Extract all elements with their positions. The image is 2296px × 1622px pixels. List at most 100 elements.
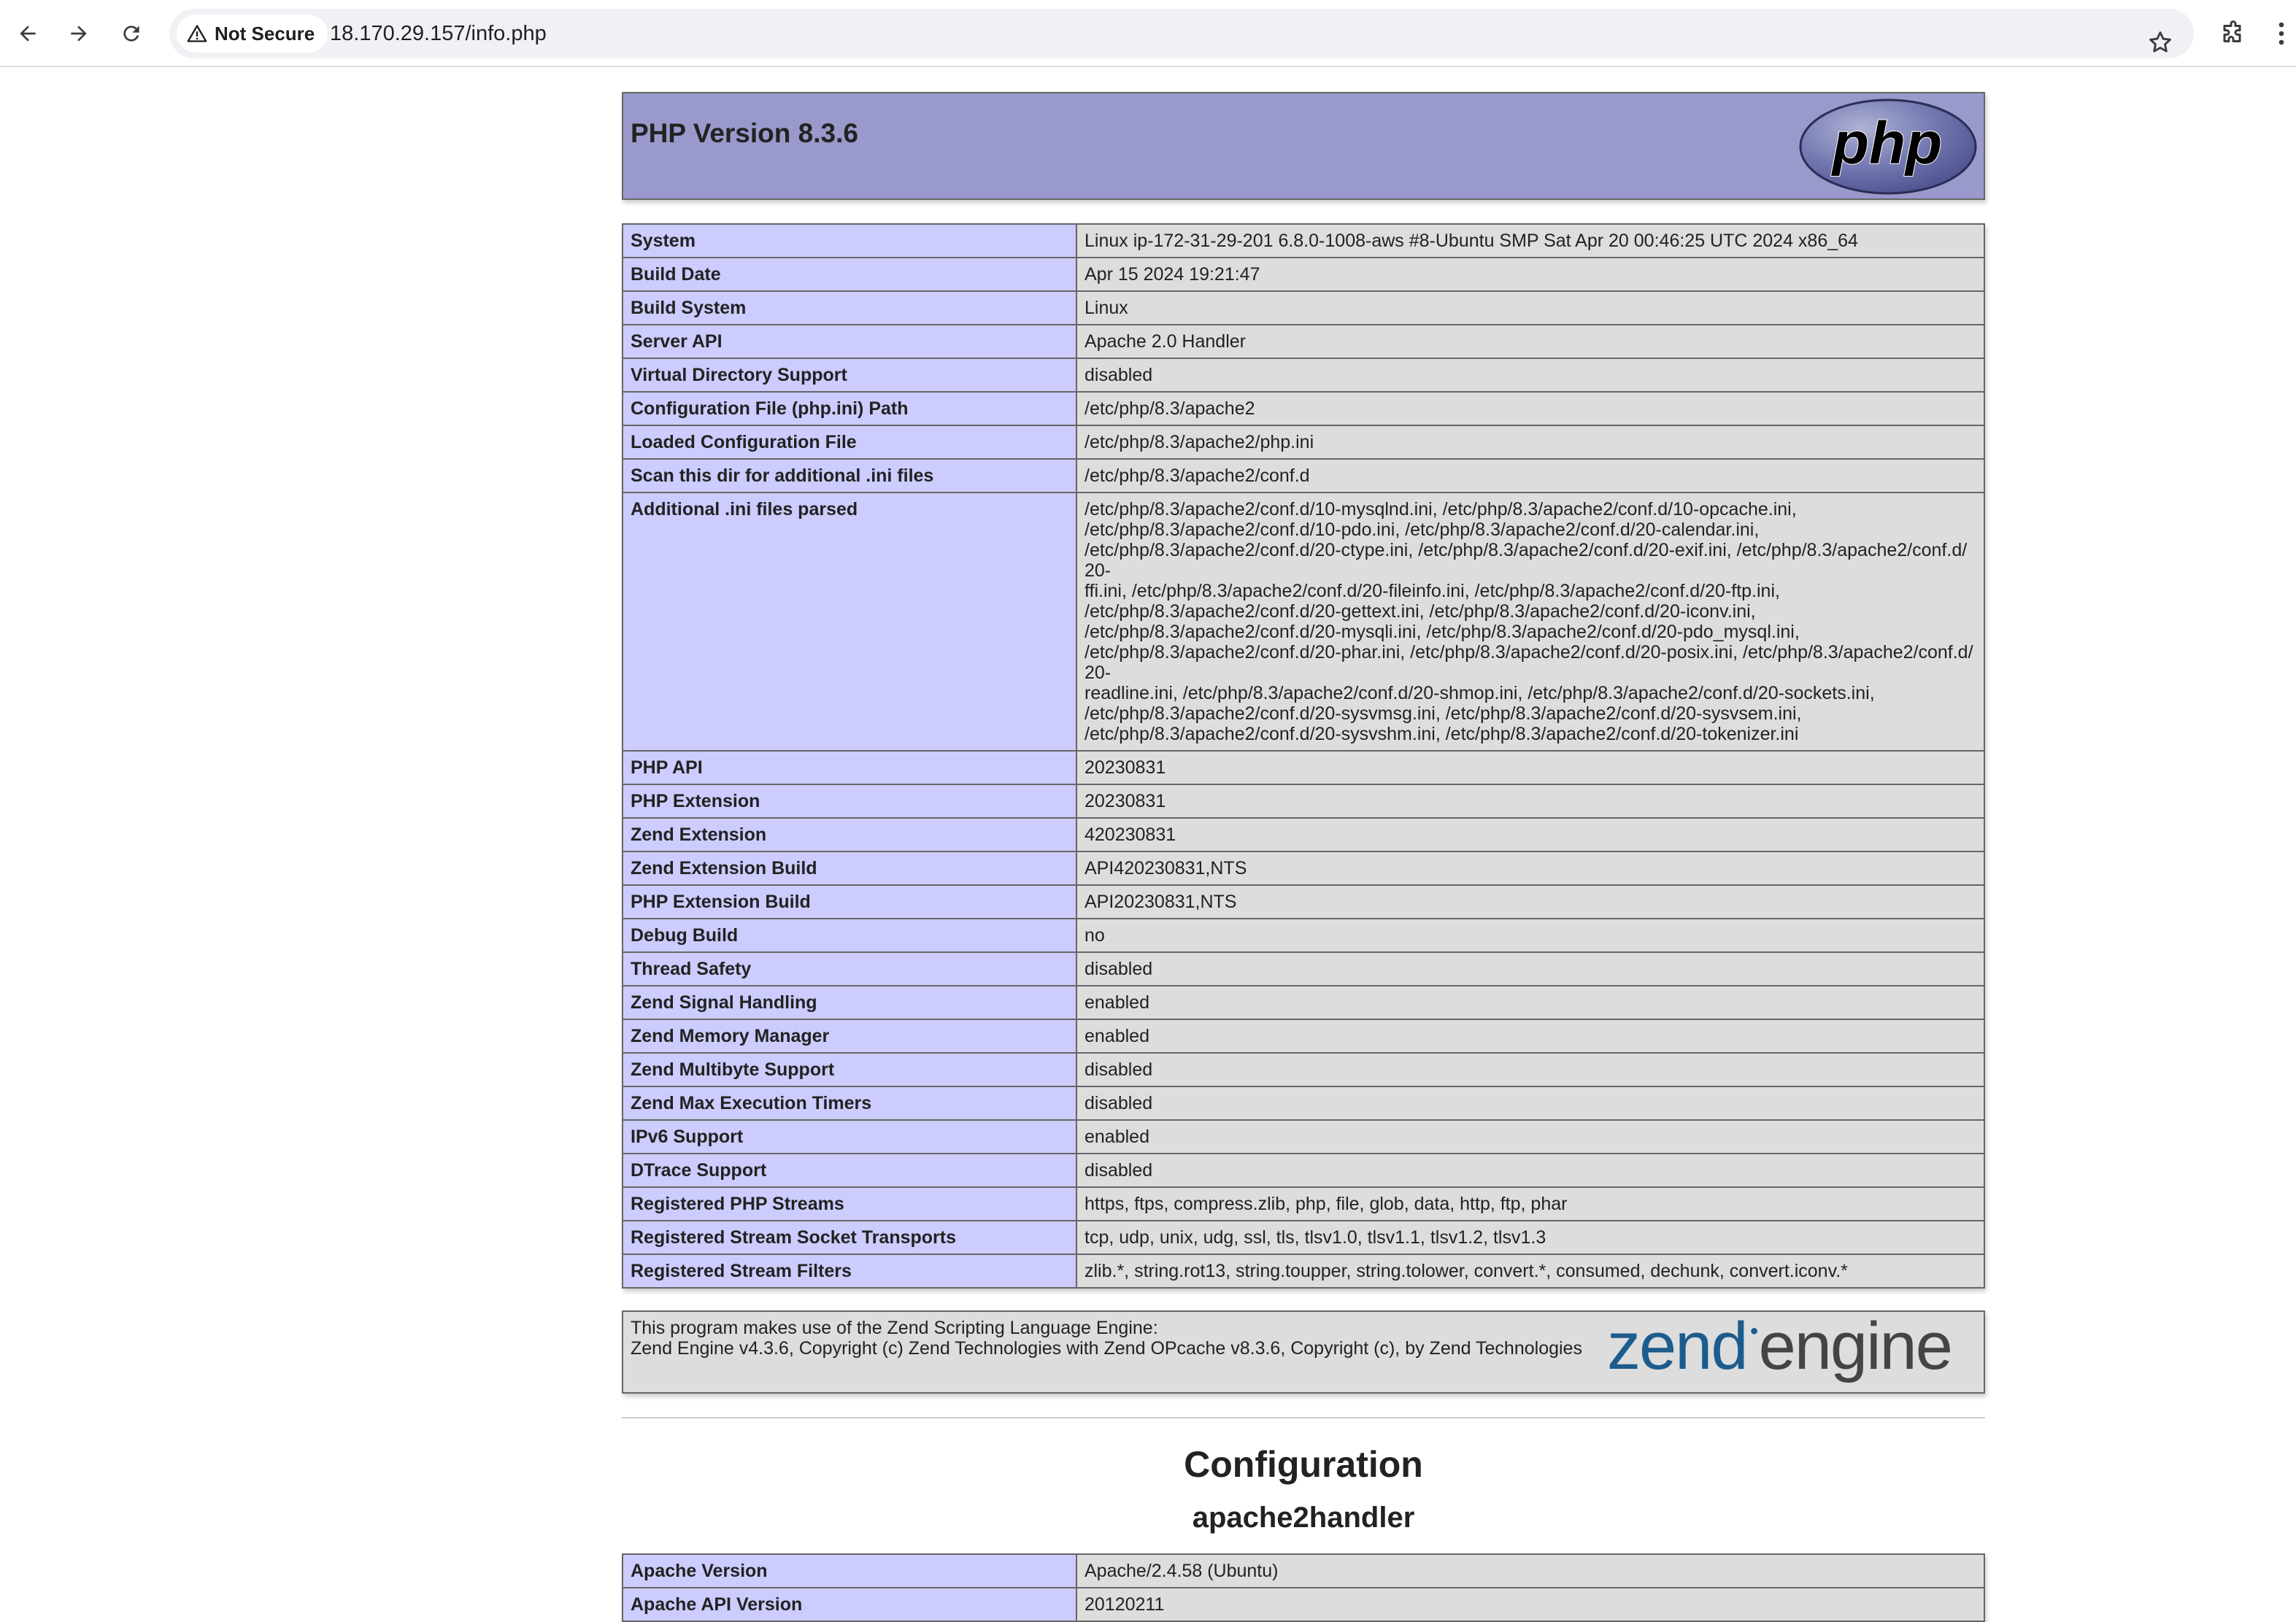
php-version-header: PHP Version 8.3.6 php: [622, 92, 1985, 200]
setting-name: Build Date: [622, 257, 1077, 292]
back-arrow-icon: [20, 26, 36, 42]
setting-name: Loaded Configuration File: [622, 425, 1077, 460]
setting-value: disabled: [1076, 1086, 1985, 1121]
table-row: Build Date Apr 15 2024 19:21:47: [622, 257, 1985, 292]
setting-name: PHP Extension: [622, 784, 1077, 819]
setting-name: Virtual Directory Support: [622, 358, 1077, 393]
setting-value: enabled: [1076, 985, 1985, 1020]
zend-logo-word-zend: zend: [1607, 1316, 1747, 1383]
table-row: Zend Extension Build API420230831,NTS: [622, 851, 1985, 886]
table-row: Thread Safety disabled: [622, 951, 1985, 986]
setting-value: tcp, udp, unix, udg, ssl, tls, tlsv1.0, …: [1076, 1220, 1985, 1255]
page-title: PHP Version 8.3.6: [631, 118, 858, 148]
setting-name: DTrace Support: [622, 1153, 1077, 1188]
zend-engine-logo[interactable]: zend ●engine: [1607, 1316, 1976, 1389]
zend-logo-word-engine: engine: [1759, 1316, 1952, 1383]
value-line: /etc/php/8.3/apache2/conf.d/20-sysvmsg.i…: [1085, 703, 1802, 724]
setting-value: enabled: [1076, 1119, 1985, 1154]
setting-name: Registered Stream Socket Transports: [622, 1220, 1077, 1255]
table-row: DTrace Support disabled: [622, 1153, 1985, 1188]
php-logo[interactable]: php: [1798, 98, 1978, 196]
value-line: ffi.ini, /etc/php/8.3/apache2/conf.d/20-…: [1085, 581, 1780, 601]
setting-value: Apache/2.4.58 (Ubuntu): [1076, 1553, 1985, 1588]
table-row: Server API Apache 2.0 Handler: [622, 324, 1985, 359]
setting-value: 20230831: [1076, 750, 1985, 785]
table-row: System Linux ip-172-31-29-201 6.8.0-1008-…: [622, 223, 1985, 258]
setting-name: IPv6 Support: [622, 1119, 1077, 1154]
table-row: Zend Memory Manager enabled: [622, 1019, 1985, 1054]
bookmark-button[interactable]: [2138, 20, 2182, 64]
table-row: Zend Multibyte Support disabled: [622, 1052, 1985, 1087]
table-row: PHP API 20230831: [622, 750, 1985, 785]
setting-value: zlib.*, string.rot13, string.toupper, st…: [1076, 1254, 1985, 1289]
setting-value: 20120211: [1076, 1587, 1985, 1622]
setting-name: PHP API: [622, 750, 1077, 785]
address-bar[interactable]: Not Secure 18.170.29.157/info.php: [169, 9, 2194, 58]
system-info-table: System Linux ip-172-31-29-201 6.8.0-1008-…: [622, 223, 1985, 1289]
table-row: Scan this dir for additional .ini files /…: [622, 458, 1985, 493]
table-row: IPv6 Support enabled: [622, 1119, 1985, 1154]
section-divider: [622, 1417, 1985, 1418]
apache2handler-table: Apache Version Apache/2.4.58 (Ubuntu) Apac…: [622, 1553, 1985, 1622]
setting-name: Zend Max Execution Timers: [622, 1086, 1077, 1121]
php-logo-text: php: [1831, 110, 1942, 177]
value-line: /etc/php/8.3/apache2/conf.d/10-pdo.ini, …: [1085, 520, 1760, 540]
setting-value: /etc/php/8.3/apache2/php.ini: [1076, 425, 1985, 460]
setting-value: no: [1076, 918, 1985, 953]
value-line: /etc/php/8.3/apache2/conf.d/10-mysqlnd.i…: [1085, 499, 1797, 520]
star-icon: [2149, 31, 2171, 53]
table-row: Zend Signal Handling enabled: [622, 985, 1985, 1020]
puzzle-icon: [2223, 20, 2241, 42]
setting-name: Zend Signal Handling: [622, 985, 1077, 1020]
setting-name: Configuration File (php.ini) Path: [622, 391, 1077, 426]
table-row: Configuration File (php.ini) Path/etc/ph…: [622, 391, 1985, 426]
configuration-heading: Configuration: [1184, 1444, 1423, 1485]
setting-value: 20230831: [1076, 784, 1985, 819]
setting-value: disabled: [1076, 1052, 1985, 1087]
setting-name: PHP Extension Build: [622, 884, 1077, 919]
module-heading-apache2handler[interactable]: apache2handler: [622, 1502, 1985, 1534]
forward-button[interactable]: [60, 15, 98, 53]
setting-value: /etc/php/8.3/apache2/conf.d/10-mysqlnd.i…: [1076, 492, 1985, 752]
table-row: Zend Max Execution Timers disabled: [622, 1086, 1985, 1121]
setting-value: Linux: [1076, 290, 1985, 325]
setting-value: disabled: [1076, 951, 1985, 986]
setting-value: /etc/php/8.3/apache2: [1076, 391, 1985, 426]
security-label: Not Secure: [215, 22, 315, 45]
setting-value: /etc/php/8.3/apache2/conf.d: [1076, 458, 1985, 493]
table-row: Registered Stream Socket Transports tcp, …: [622, 1220, 1985, 1255]
reload-button[interactable]: [112, 15, 150, 53]
table-row: Apache Version Apache/2.4.58 (Ubuntu): [622, 1553, 1985, 1588]
url-text[interactable]: 18.170.29.157/info.php: [330, 9, 547, 58]
browser-toolbar: Not Secure 18.170.29.157/info.php: [0, 0, 2296, 67]
warning-icon: [187, 25, 207, 42]
table-row: Additional .ini files parsed/etc/php/8.3…: [622, 492, 1985, 752]
setting-name: Registered Stream Filters: [622, 1254, 1077, 1289]
value-line: readline.ini, /etc/php/8.3/apache2/conf.…: [1085, 683, 1875, 703]
setting-value: Apr 15 2024 19:21:47: [1076, 257, 1985, 292]
security-indicator[interactable]: Not Secure: [177, 15, 328, 53]
table-row: Registered PHP Streams https, ftps, compr…: [622, 1186, 1985, 1221]
value-line: /etc/php/8.3/apache2/conf.d/20-phar.ini,…: [1085, 642, 1973, 683]
setting-name: Zend Extension Build: [622, 851, 1077, 886]
extensions-button[interactable]: [2211, 12, 2255, 55]
setting-name: Debug Build: [622, 918, 1077, 953]
setting-name: Server API: [622, 324, 1077, 359]
setting-value: disabled: [1076, 358, 1985, 393]
setting-value: Apache 2.0 Handler: [1076, 324, 1985, 359]
svg-text:zend●engine: zend ●engine: [1607, 1316, 1952, 1383]
setting-name: Thread Safety: [622, 951, 1077, 986]
setting-value: disabled: [1076, 1153, 1985, 1188]
setting-name: Zend Extension: [622, 817, 1077, 852]
setting-name: Additional .ini files parsed: [622, 492, 1077, 752]
back-button[interactable]: [9, 15, 47, 53]
table-row: PHP Extension 20230831: [622, 784, 1985, 819]
value-line: /etc/php/8.3/apache2/conf.d/20-ctype.ini…: [1085, 540, 1968, 581]
value-line: /etc/php/8.3/apache2/conf.d/20-gettext.i…: [1085, 601, 1756, 622]
browser-menu-button[interactable]: [2267, 12, 2296, 55]
setting-name: System: [622, 223, 1077, 258]
value-line: /etc/php/8.3/apache2/conf.d/20-sysvshm.i…: [1085, 724, 1799, 744]
setting-name: Registered PHP Streams: [622, 1186, 1077, 1221]
setting-value: 420230831: [1076, 817, 1985, 852]
table-row: Debug Build no: [622, 918, 1985, 953]
